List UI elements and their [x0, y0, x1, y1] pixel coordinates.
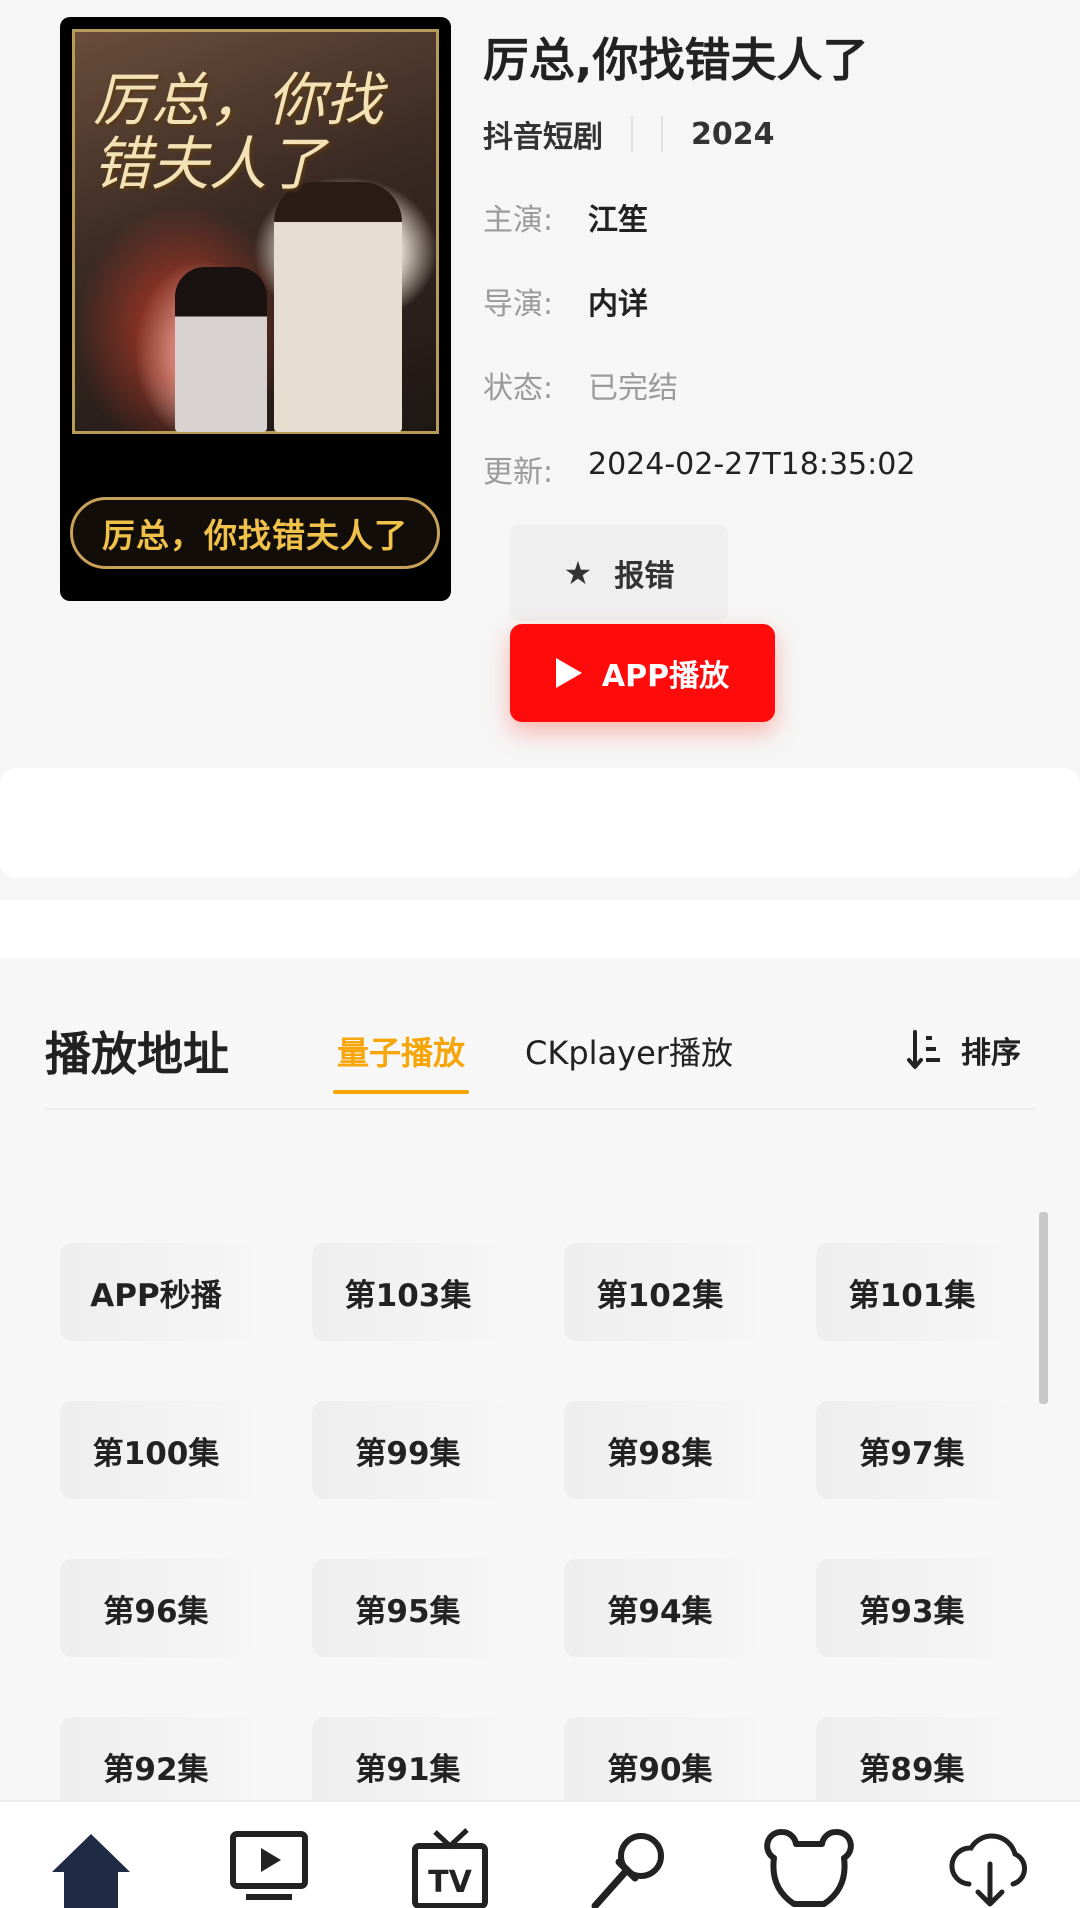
episode-button[interactable]: 第92集	[60, 1717, 252, 1803]
poster-title-art: 厉总，你找错夫人了	[93, 66, 384, 198]
update-value: 2024-02-27T18:35:02	[588, 447, 916, 482]
cast-key: 主演:	[483, 203, 554, 238]
update-key: 更新:	[483, 455, 554, 490]
director-value: 内详	[588, 287, 648, 322]
page-title: 厉总,你找错夫人了	[483, 33, 869, 87]
divider	[661, 116, 663, 152]
ad-banner-placeholder	[0, 768, 1080, 878]
sort-icon	[907, 1030, 940, 1069]
episode-grid: APP秒播 第103集 第102集 第101集 第100集 第99集 第98集 …	[60, 1243, 1010, 1803]
episode-button[interactable]: 第101集	[816, 1243, 1008, 1341]
spacer	[0, 900, 1080, 958]
status-value: 已完结	[588, 371, 678, 406]
report-label: 报错	[614, 559, 675, 594]
episode-button[interactable]: 第94集	[564, 1559, 756, 1657]
report-button[interactable]: ★ 报错	[510, 525, 728, 621]
episode-button[interactable]: 第103集	[312, 1243, 504, 1341]
episode-button[interactable]: 第97集	[816, 1401, 1008, 1499]
video-screen-icon	[230, 1831, 308, 1900]
divider	[45, 1108, 1035, 1110]
sort-label: 排序	[961, 1036, 1021, 1071]
episode-button[interactable]: 第98集	[564, 1401, 756, 1499]
episode-button[interactable]: 第96集	[60, 1559, 252, 1657]
update-row: 更新: 2024-02-27T18:35:02	[483, 447, 915, 491]
nav-home[interactable]	[46, 1828, 136, 1908]
scrollbar-thumb[interactable]	[1039, 1212, 1048, 1404]
app-play-label: APP播放	[601, 659, 730, 694]
nav-karaoke[interactable]	[583, 1828, 673, 1908]
tab-ckplayer-play[interactable]: CKplayer播放	[525, 1018, 733, 1094]
episode-button[interactable]: 第100集	[60, 1401, 252, 1499]
bottom-nav: TV	[0, 1800, 1080, 1908]
episode-button[interactable]: 第99集	[312, 1401, 504, 1499]
tv-icon: TV	[412, 1828, 488, 1908]
director-key: 导演:	[483, 287, 554, 322]
episode-button[interactable]: 第89集	[816, 1717, 1008, 1803]
poster-artwork: 厉总，你找错夫人了	[72, 29, 439, 434]
nav-kids[interactable]	[764, 1828, 854, 1908]
meta-line: 抖音短剧 2024	[483, 112, 775, 156]
status-row: 状态: 已完结	[483, 363, 678, 407]
episode-button[interactable]: 第95集	[312, 1559, 504, 1657]
episode-button[interactable]: 第91集	[312, 1717, 504, 1803]
nav-video[interactable]	[224, 1828, 314, 1908]
year-label: 2024	[691, 116, 775, 152]
episode-button[interactable]: 第93集	[816, 1559, 1008, 1657]
tab-quantum-play[interactable]: 量子播放	[332, 1018, 470, 1094]
play-icon	[555, 658, 582, 688]
bear-icon	[764, 1828, 854, 1907]
sort-button[interactable]: 排序	[907, 1028, 1021, 1072]
nav-tv[interactable]: TV	[405, 1828, 495, 1908]
detail-page: 厉总，你找错夫人了 厉总，你找错夫人了 厉总,你找错夫人了 抖音短剧 2024 …	[0, 0, 1080, 1908]
home-icon	[52, 1834, 130, 1908]
category-label: 抖音短剧	[483, 120, 603, 155]
play-section-header: 播放地址 量子播放 CKplayer播放 排序	[45, 1018, 1035, 1094]
poster-title-pill: 厉总，你找错夫人了	[70, 497, 440, 569]
status-key: 状态:	[483, 371, 554, 406]
divider	[631, 116, 633, 152]
nav-download[interactable]	[945, 1828, 1035, 1908]
star-icon: ★	[563, 554, 593, 592]
cast-value: 江笙	[588, 203, 648, 238]
poster-actress-figure	[175, 267, 267, 432]
episode-button[interactable]: 第90集	[564, 1717, 756, 1803]
episode-button[interactable]: APP秒播	[60, 1243, 252, 1341]
cast-row: 主演: 江笙	[483, 195, 648, 239]
app-play-button[interactable]: APP播放	[510, 624, 775, 722]
svg-text:TV: TV	[428, 1865, 472, 1900]
cloud-download-icon	[949, 1833, 1027, 1907]
episode-button[interactable]: 第102集	[564, 1243, 756, 1341]
play-section: 播放地址 量子播放 CKplayer播放 排序 APP秒播 第103集 第102…	[0, 958, 1080, 1803]
play-section-title: 播放地址	[45, 1027, 229, 1081]
director-row: 导演: 内详	[483, 279, 648, 323]
poster-actor-figure	[274, 182, 402, 432]
microphone-icon	[591, 1833, 664, 1908]
poster-image[interactable]: 厉总，你找错夫人了 厉总，你找错夫人了	[60, 17, 451, 601]
